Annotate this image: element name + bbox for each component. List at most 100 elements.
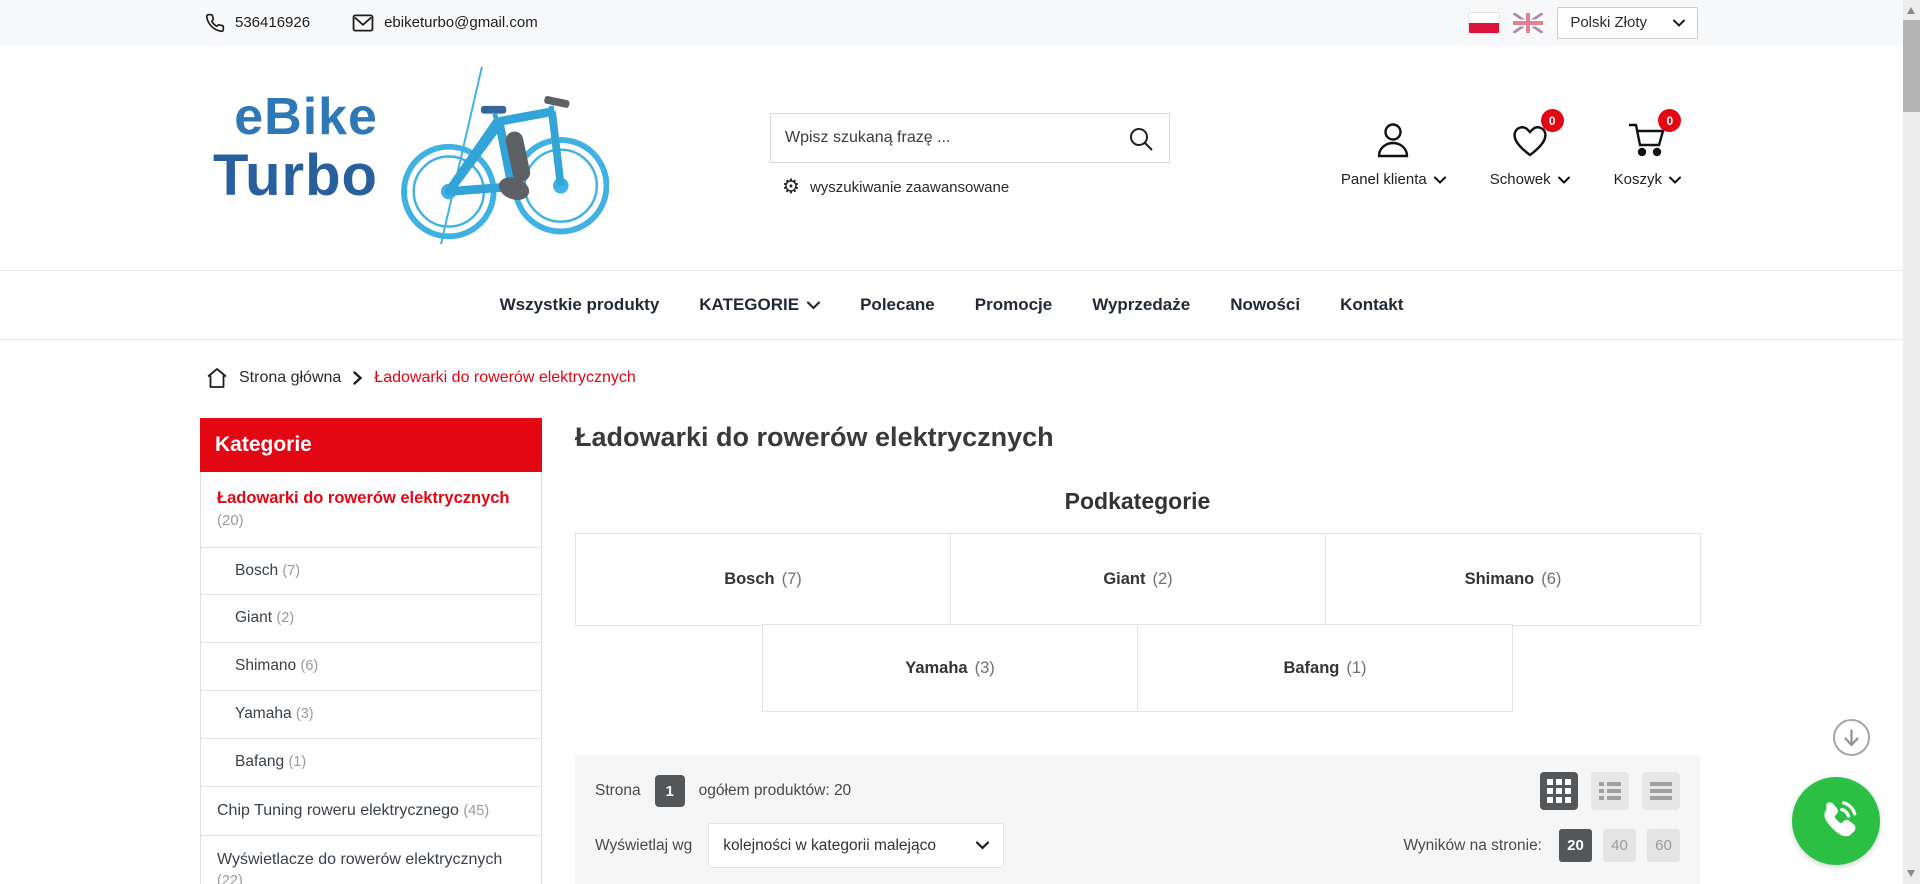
grid-view-button[interactable]: [1540, 772, 1578, 810]
chevron-down-icon: [976, 841, 990, 850]
breadcrumb-current: Ładowarki do rowerów elektrycznych: [374, 369, 636, 386]
grid-view-icon: [1547, 779, 1571, 803]
breadcrumb: Strona główna Ładowarki do rowerów elekt…: [205, 360, 636, 396]
list-view-icon: [1599, 782, 1621, 800]
wishlist-label: Schowek: [1489, 171, 1551, 188]
logo-line2: Turbo: [213, 143, 378, 208]
nav-kontakt[interactable]: Kontakt: [1340, 295, 1403, 315]
account-button[interactable]: Panel klienta: [1341, 117, 1446, 188]
scroll-down-button[interactable]: [1833, 719, 1870, 756]
phone-icon: [205, 13, 225, 32]
chevron-down-icon: [1433, 176, 1446, 184]
cart-count-badge: 0: [1658, 109, 1682, 132]
scrollbar: [1903, 0, 1920, 884]
account-label: Panel klienta: [1340, 171, 1427, 188]
scrollbar-down-arrow[interactable]: [1907, 870, 1915, 877]
search-icon: [1130, 128, 1153, 151]
sort-value: kolejności w kategorii malejąco: [723, 836, 936, 854]
cart-label: Koszyk: [1613, 171, 1662, 188]
scrollbar-thumb[interactable]: [1903, 20, 1920, 112]
advanced-search-link[interactable]: ⚙ wyszukiwanie zaawansowane: [782, 177, 1009, 197]
advanced-search-label: wyszukiwanie zaawansowane: [809, 178, 1010, 196]
per-page-label: Wyników na stronie:: [1403, 836, 1542, 854]
compact-view-button[interactable]: [1642, 772, 1680, 810]
sidebar-item-bafang[interactable]: Bafang (1): [201, 739, 541, 788]
compact-view-icon: [1650, 782, 1672, 800]
page-label: Strona: [595, 782, 641, 799]
header-actions: Panel klienta 0 Schowek 0 Koszyk: [1341, 109, 1682, 188]
sidebar-category-list: Ładowarki do rowerów elektrycznych (20) …: [200, 472, 542, 884]
page-title: Ładowarki do rowerów elektrycznych: [575, 422, 1054, 452]
user-icon: [1378, 123, 1409, 158]
nav-promocje[interactable]: Promocje: [975, 295, 1052, 315]
sidebar-item-chip-tuning[interactable]: Chip Tuning roweru elektrycznego (45): [201, 787, 541, 836]
top-bar: 536416926 ebiketurbo@gmail.com Polski Zł…: [0, 0, 1903, 45]
phone-call-icon: [1824, 801, 1857, 837]
gear-icon: ⚙: [782, 176, 800, 198]
category-sidebar: Kategorie Ładowarki do rowerów elektrycz…: [200, 418, 542, 884]
logo-line1: eBike: [234, 88, 378, 146]
per-page-20-button[interactable]: 20: [1559, 829, 1592, 862]
home-icon: [207, 368, 227, 388]
subcategory-row-1: Bosch (7) Giant (2) Shimano (6): [575, 533, 1701, 626]
arrow-down-icon: [1844, 728, 1859, 746]
subcategories-heading: Podkategorie: [1064, 488, 1211, 514]
sort-select[interactable]: kolejności w kategorii malejąco: [708, 823, 1005, 868]
sidebar-item-yamaha[interactable]: Yamaha (3): [201, 691, 541, 740]
phone-link[interactable]: 536416926: [205, 13, 310, 33]
call-widget-button[interactable]: [1792, 777, 1880, 865]
logo[interactable]: eBike Turbo: [213, 63, 609, 248]
main-nav: Wszystkie produkty KATEGORIE Polecane Pr…: [0, 270, 1903, 340]
chevron-down-icon: [1557, 176, 1570, 184]
email-link[interactable]: ebiketurbo@gmail.com: [352, 13, 538, 32]
total-products-label: ogółem produktów: 20: [698, 782, 852, 799]
subcategory-yamaha[interactable]: Yamaha (3): [762, 624, 1138, 712]
subcategory-bafang[interactable]: Bafang (1): [1137, 624, 1513, 712]
email-address: ebiketurbo@gmail.com: [384, 14, 538, 31]
page: 536416926 ebiketurbo@gmail.com Polski Zł…: [0, 0, 1920, 884]
bike-logo-icon: [401, 66, 609, 245]
nav-polecane[interactable]: Polecane: [860, 295, 935, 315]
phone-number: 536416926: [235, 14, 311, 31]
search-button[interactable]: [1128, 122, 1162, 156]
chevron-down-icon: [1673, 19, 1685, 27]
logo-text: eBike Turbo: [213, 91, 378, 248]
listing-toolbar: Strona 1 ogółem produktów: 20 Wyświetlaj…: [575, 755, 1700, 884]
poland-flag-icon[interactable]: [1469, 12, 1500, 33]
wishlist-count-badge: 0: [1540, 109, 1564, 132]
header: eBike Turbo Wpisz szukaną frazę ... ⚙ wy…: [0, 45, 1903, 270]
sort-label: Wyświetlaj wg: [595, 836, 693, 854]
uk-flag-icon[interactable]: [1513, 12, 1544, 33]
sidebar-title: Kategorie: [200, 418, 542, 472]
cart-button[interactable]: 0 Koszyk: [1613, 109, 1682, 188]
scrollbar-up-arrow[interactable]: [1907, 7, 1915, 14]
nav-wszystkie-produkty[interactable]: Wszystkie produkty: [500, 295, 660, 315]
wishlist-button[interactable]: 0 Schowek: [1489, 109, 1570, 188]
mail-icon: [352, 13, 374, 32]
sidebar-item-ladowarki[interactable]: Ładowarki do rowerów elektrycznych (20): [201, 472, 541, 548]
sidebar-item-wyswietlacze[interactable]: Wyświetlacze do rowerów elektrycznych (2…: [201, 836, 541, 884]
nav-nowosci[interactable]: Nowości: [1230, 295, 1300, 315]
chevron-down-icon: [807, 300, 821, 310]
chevron-right-icon: [353, 371, 363, 385]
chevron-down-icon: [1669, 176, 1681, 184]
subcategory-bosch[interactable]: Bosch (7): [575, 533, 951, 626]
sidebar-item-giant[interactable]: Giant (2): [201, 595, 541, 644]
currency-select[interactable]: Polski Złoty: [1557, 6, 1698, 39]
current-page-badge[interactable]: 1: [654, 775, 685, 807]
subcategory-giant[interactable]: Giant (2): [950, 533, 1326, 626]
currency-value: Polski Złoty: [1570, 14, 1647, 31]
nav-kategorie[interactable]: KATEGORIE: [699, 295, 821, 315]
per-page-60-button[interactable]: 60: [1647, 829, 1680, 862]
search-input[interactable]: [770, 113, 1170, 163]
per-page-40-button[interactable]: 40: [1603, 829, 1636, 862]
list-view-button[interactable]: [1591, 772, 1629, 810]
subcategory-shimano[interactable]: Shimano (6): [1325, 533, 1701, 626]
search-area: ⚙ wyszukiwanie zaawansowane: [770, 113, 1170, 197]
sidebar-item-bosch[interactable]: Bosch (7): [201, 548, 541, 596]
nav-wyprzedaze[interactable]: Wyprzedaże: [1092, 295, 1190, 315]
breadcrumb-home-link[interactable]: Strona główna: [205, 366, 341, 390]
breadcrumb-home-label: Strona główna: [239, 369, 342, 386]
subcategory-row-2: Yamaha (3) Bafang (1): [762, 624, 1513, 712]
sidebar-item-shimano[interactable]: Shimano (6): [201, 643, 541, 692]
